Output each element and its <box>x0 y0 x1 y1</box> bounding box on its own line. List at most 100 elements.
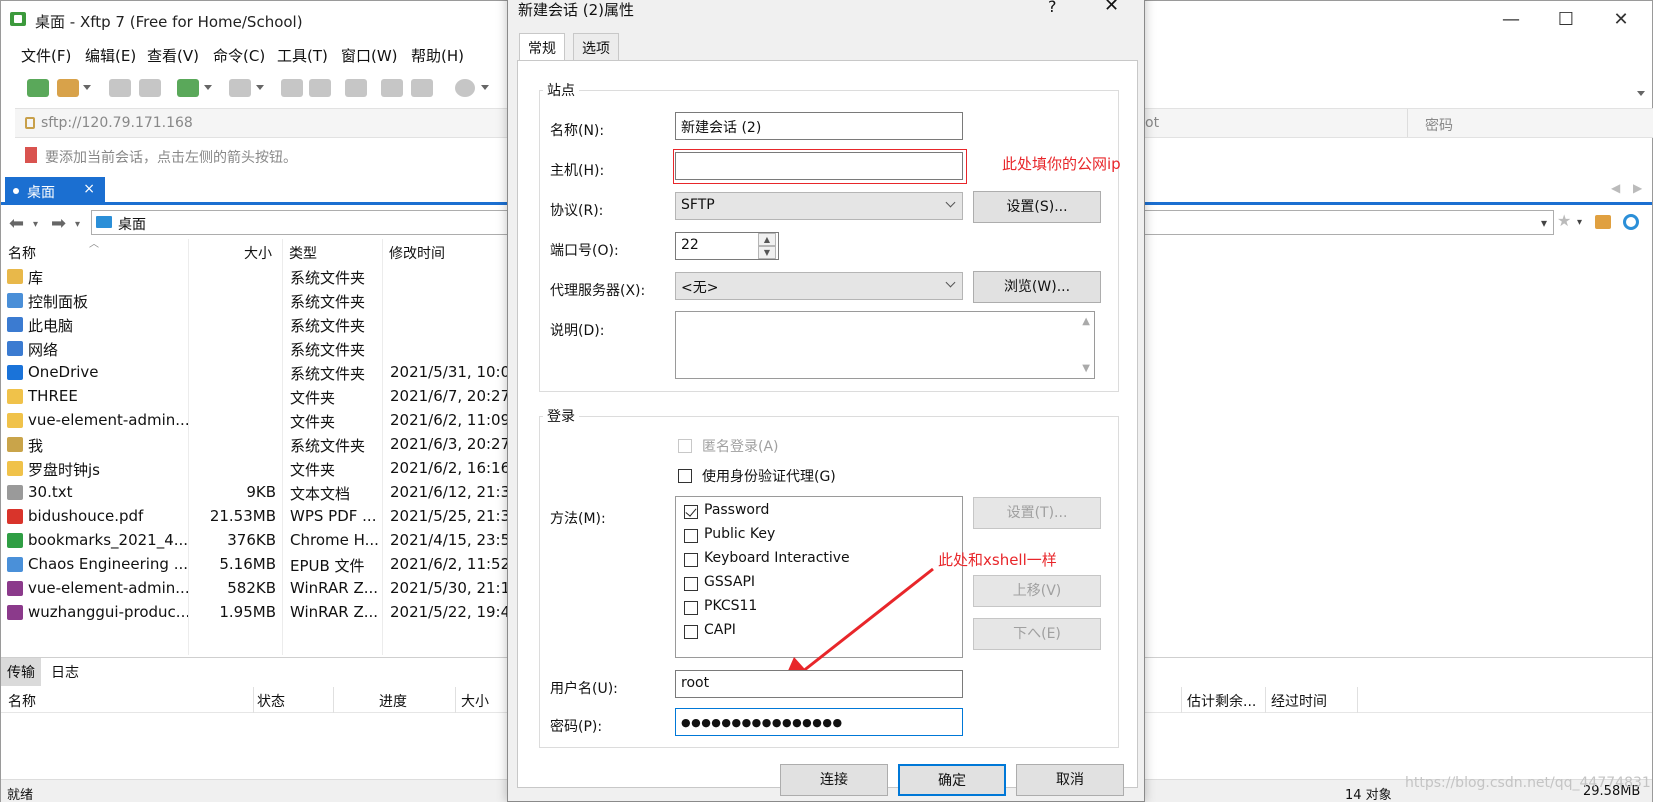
table-row[interactable]: 网络 系统文件夹 <box>1 337 511 361</box>
connect-button[interactable]: 连接 <box>780 764 888 796</box>
method-pkcs11-checkbox[interactable] <box>684 601 698 615</box>
dialog-close-button[interactable]: ✕ <box>1104 0 1119 16</box>
port-down-icon[interactable]: ▼ <box>758 246 776 259</box>
col-type-header[interactable]: 类型 <box>289 243 317 263</box>
port-up-icon[interactable]: ▲ <box>758 233 776 246</box>
toolbar-overflow-icon[interactable] <box>1637 91 1645 96</box>
tab-scroll-right-icon[interactable]: ▶ <box>1633 181 1642 195</box>
table-row[interactable]: OneDrive 系统文件夹 2021/5/31, 10:07 <box>1 361 520 385</box>
proxy-browse-button[interactable]: 浏览(W)... <box>973 271 1101 303</box>
col-transfer-size[interactable]: 大小 <box>461 691 489 711</box>
col-transfer-remaining[interactable]: 估计剩余... <box>1187 691 1256 711</box>
tab-log[interactable]: 日志 <box>45 658 85 686</box>
download-icon[interactable] <box>309 79 331 97</box>
home-icon[interactable] <box>1595 215 1611 229</box>
chevron-down-icon[interactable]: ▾ <box>75 219 80 230</box>
table-row[interactable]: Chaos Engineering ... 5.16MB EPUB 文件 2021/6… <box>1 553 511 577</box>
refresh-icon[interactable] <box>1623 214 1639 230</box>
table-row[interactable]: 罗盘时钟js 文件夹 2021/6/2, 16:16 <box>1 457 511 481</box>
table-row[interactable]: wuzhanggui-produc... 1.95MB WinRAR Z... 202… <box>1 601 520 625</box>
terminal-icon[interactable] <box>229 79 251 97</box>
table-row[interactable]: 控制面板 系统文件夹 <box>1 289 511 313</box>
add-session-arrow-icon[interactable] <box>25 147 37 163</box>
paste-icon[interactable] <box>411 79 433 97</box>
tab-general[interactable]: 常规 <box>519 33 565 63</box>
col-transfer-name[interactable]: 名称 <box>8 691 36 711</box>
help-button[interactable]: ? <box>1048 0 1057 16</box>
proxy-select[interactable]: <无> <box>675 272 963 300</box>
method-publickey-checkbox[interactable] <box>684 529 698 543</box>
method-gssapi-checkbox[interactable] <box>684 577 698 591</box>
tab-transfer[interactable]: 传输 <box>1 658 41 686</box>
chevron-down-icon[interactable] <box>256 85 264 90</box>
connect-icon[interactable] <box>109 79 131 97</box>
disconnect-icon[interactable] <box>139 79 161 97</box>
table-row[interactable]: 库 系统文件夹 <box>1 265 511 289</box>
minimize-button[interactable]: — <box>1488 5 1534 35</box>
anonymous-checkbox[interactable] <box>678 439 692 453</box>
globe-icon[interactable] <box>455 79 475 97</box>
table-row[interactable]: 我 系统文件夹 2021/6/3, 20:27 <box>1 433 511 457</box>
tab-options[interactable]: 选项 <box>573 33 619 61</box>
table-row[interactable]: THREE 文件夹 2021/6/7, 20:27 <box>1 385 511 409</box>
open-folder-icon[interactable] <box>57 79 79 97</box>
move-down-button[interactable]: 下へ(E) <box>973 618 1101 650</box>
table-row[interactable]: bookmarks_2021_4... 376KB Chrome H... 2021/… <box>1 529 520 553</box>
chevron-down-icon[interactable] <box>83 85 91 90</box>
col-name-header[interactable]: 名称 <box>8 243 36 263</box>
col-size-header[interactable]: 大小 <box>244 243 272 263</box>
scroll-down-icon[interactable]: ▼ <box>1082 363 1090 374</box>
col-transfer-elapsed[interactable]: 经过时间 <box>1271 691 1327 711</box>
table-row[interactable]: vue-element-admin... 582KB WinRAR Z... 2021… <box>1 577 520 601</box>
chevron-down-icon[interactable] <box>204 85 212 90</box>
table-row[interactable]: vue-element-admin... 文件夹 2021/6/2, 11:09 <box>1 409 511 433</box>
new-session-icon[interactable] <box>27 79 49 97</box>
description-textarea[interactable]: ▲ ▼ <box>675 311 1095 379</box>
menu-edit[interactable]: 编辑(E) <box>85 45 136 66</box>
table-row[interactable]: 30.txt 9KB 文本文档 2021/6/12, 21:30 <box>1 481 520 505</box>
tab-desktop[interactable]: 桌面 × <box>5 177 105 204</box>
col-transfer-progress[interactable]: 进度 <box>379 691 407 711</box>
col-modified-header[interactable]: 修改时间 <box>389 243 445 263</box>
scroll-up-icon[interactable]: ▲ <box>1082 316 1090 327</box>
menu-tools[interactable]: 工具(T) <box>277 45 328 66</box>
auth-agent-checkbox[interactable] <box>678 469 692 483</box>
chevron-down-icon[interactable]: ▾ <box>33 219 38 230</box>
protocol-select[interactable]: SFTP <box>675 192 963 220</box>
menu-file[interactable]: 文件(F) <box>21 45 71 66</box>
method-settings-button[interactable]: 设置(T)... <box>973 497 1101 529</box>
password-input[interactable]: ●●●●●●●●●●●●●●●● <box>675 708 963 736</box>
maximize-button[interactable]: ☐ <box>1543 5 1589 35</box>
col-transfer-status[interactable]: 状态 <box>257 691 285 711</box>
table-row[interactable]: bidushouce.pdf 21.53MB WPS PDF ... 2021/5/2… <box>1 505 520 529</box>
host-url-input[interactable]: sftp://120.79.171.168 <box>41 115 193 131</box>
cancel-button[interactable]: 取消 <box>1016 764 1124 796</box>
upload-icon[interactable] <box>281 79 303 97</box>
chevron-down-icon[interactable]: ▾ <box>1541 216 1547 230</box>
close-window-button[interactable]: ✕ <box>1598 5 1644 35</box>
ok-button[interactable]: 确定 <box>898 764 1006 796</box>
star-icon[interactable]: ★ <box>1557 211 1573 230</box>
menu-window[interactable]: 窗口(W) <box>341 45 398 66</box>
menu-view[interactable]: 查看(V) <box>147 45 199 66</box>
settings-icon[interactable] <box>177 79 199 97</box>
transfer-icon[interactable] <box>345 79 367 97</box>
session-name-input[interactable]: 新建会话 (2) <box>675 112 963 140</box>
copy-icon[interactable] <box>381 79 403 97</box>
chevron-down-icon[interactable] <box>481 85 489 90</box>
method-capi-checkbox[interactable] <box>684 625 698 639</box>
menu-help[interactable]: 帮助(H) <box>411 45 464 66</box>
method-password-checkbox[interactable] <box>684 505 698 519</box>
protocol-settings-button[interactable]: 设置(S)... <box>973 191 1101 223</box>
username-input[interactable]: root <box>675 670 963 698</box>
tab-close-icon[interactable]: × <box>83 181 95 197</box>
forward-arrow-icon[interactable]: ➡ <box>51 213 66 234</box>
back-arrow-icon[interactable]: ⬅ <box>9 213 24 234</box>
table-row[interactable]: 此电脑 系统文件夹 <box>1 313 511 337</box>
menu-command[interactable]: 命令(C) <box>213 45 265 66</box>
chevron-down-icon[interactable]: ▾ <box>1577 217 1593 231</box>
method-keyboard-checkbox[interactable] <box>684 553 698 567</box>
tab-scroll-left-icon[interactable]: ◀ <box>1611 181 1620 195</box>
move-up-button[interactable]: 上移(V) <box>973 575 1101 607</box>
password-quick-input[interactable]: 密码 <box>1425 115 1453 135</box>
